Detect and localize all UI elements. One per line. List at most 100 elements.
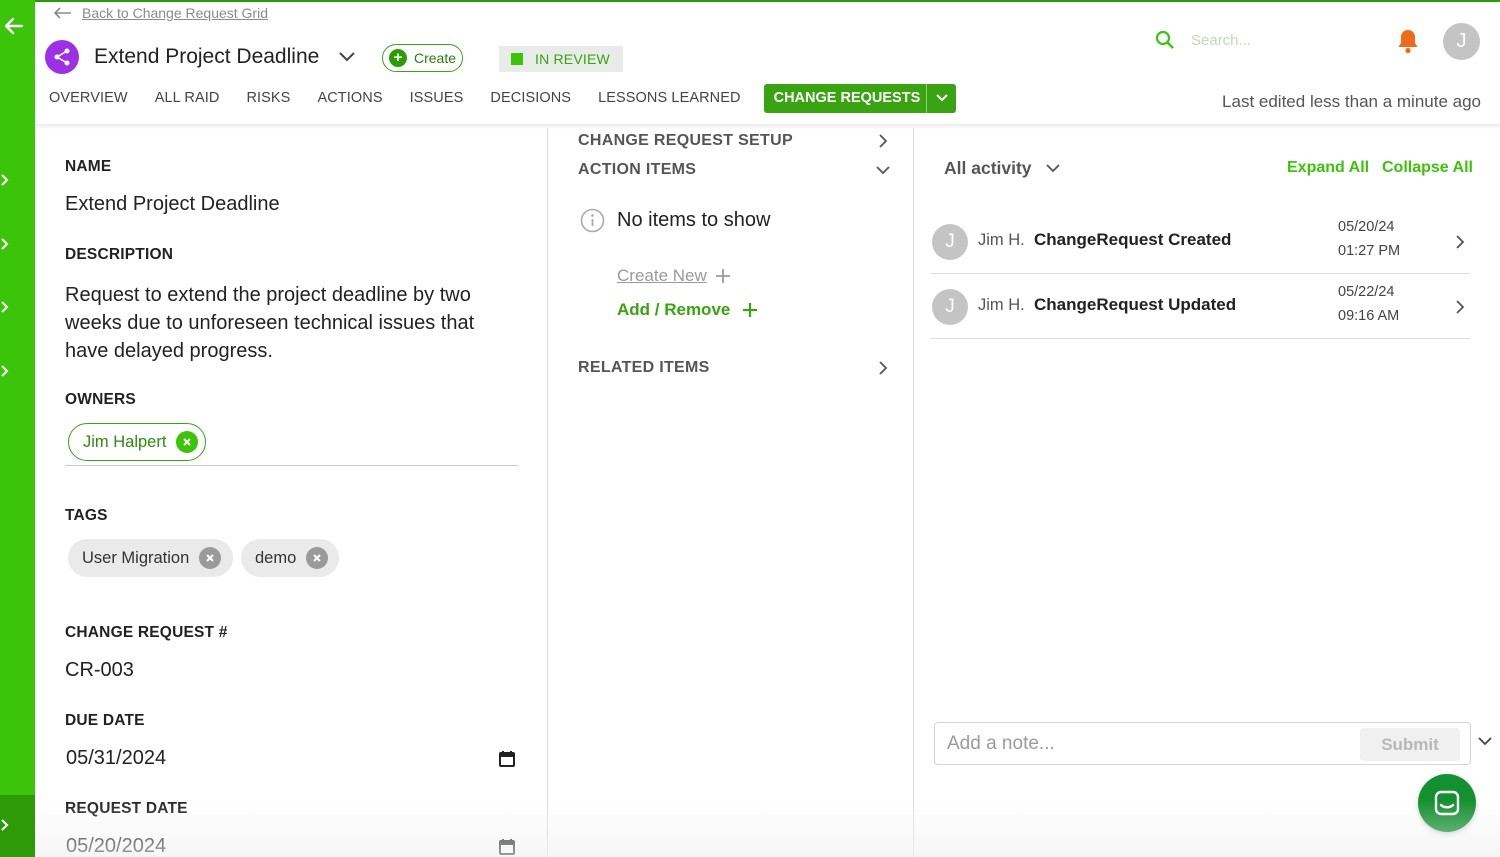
add-remove-label: Add / Remove [617,300,731,319]
plus-icon [715,269,730,283]
tab-risks[interactable]: RISKS [246,90,290,106]
tag-name: User Migration [82,548,190,567]
avatar: J [932,289,968,325]
bell-icon[interactable] [1396,28,1420,54]
name-label: NAME [65,158,112,175]
empty-state: No items to show [580,208,770,233]
search-box[interactable] [1155,30,1341,50]
rail-expand-chevron-icon[interactable] [0,818,10,832]
tag-name: demo [255,548,297,567]
tab-dropdown-button[interactable] [926,83,956,113]
status-square-icon [511,53,523,65]
title-chevron-down-icon[interactable] [338,50,356,62]
activity-filter-label: All activity [944,158,1032,178]
note-input[interactable] [947,729,1347,759]
chat-icon [1434,790,1460,816]
status-label: IN REVIEW [535,51,610,67]
info-icon [580,208,605,233]
related-items-section[interactable]: RELATED ITEMS [578,359,888,377]
calendar-icon[interactable] [498,838,516,856]
search-input[interactable] [1191,31,1341,49]
no-items-text: No items to show [617,209,771,231]
back-arrow-icon [53,7,71,19]
name-value[interactable]: Extend Project Deadline [65,193,280,216]
tag-chip[interactable]: User Migration [68,539,233,577]
tab-change-requests[interactable]: CHANGE REQUESTS [763,83,957,113]
chevron-right-icon[interactable] [1455,299,1465,315]
description-value[interactable]: Request to extend the project deadline b… [65,281,515,365]
activity-item[interactable]: J Jim H. ChangeRequest Updated 05/22/24 … [931,275,1470,339]
user-avatar[interactable]: J [1443,23,1480,60]
chevron-right-icon[interactable] [1455,234,1465,250]
submit-button[interactable]: Submit [1360,728,1460,761]
expand-all-button[interactable]: Expand All [1287,159,1369,177]
rail-expand-chevron-icon[interactable] [0,364,10,378]
top-accent-line [35,0,1500,2]
request-date-label: REQUEST DATE [65,800,188,817]
action-items-label: ACTION ITEMS [578,161,697,178]
due-date-value: 05/31/2024 [66,747,167,769]
due-date-label: DUE DATE [65,712,145,729]
related-items-label: RELATED ITEMS [578,359,710,376]
back-link[interactable]: Back to Change Request Grid [52,5,268,21]
avatar: J [932,224,968,260]
due-date-field[interactable]: 05/31/2024 [66,747,516,770]
tab-lessons-learned[interactable]: LESSONS LEARNED [598,90,741,106]
tab-overview[interactable]: OVERVIEW [49,90,128,106]
chevron-right-icon [879,361,888,375]
search-icon [1155,30,1174,49]
create-new-link[interactable]: Create New [617,266,731,286]
calendar-icon[interactable] [498,750,516,768]
chevron-down-icon [876,166,890,175]
tab-actions[interactable]: ACTIONS [317,90,382,106]
tab-decisions[interactable]: DECISIONS [490,90,571,106]
chevron-down-icon [936,94,948,102]
remove-tag-close-circle-icon[interactable] [306,547,329,569]
activity-time: 09:16 AM [1338,308,1400,324]
activity-user: Jim H. [978,296,1025,314]
request-date-field[interactable]: 05/20/2024 [66,835,516,857]
rail-expand-chevron-icon[interactable] [0,173,10,187]
remove-tag-close-circle-icon[interactable] [199,547,222,569]
column-divider [547,128,548,857]
page-title: Extend Project Deadline [94,45,320,68]
change-request-number-value[interactable]: CR-003 [65,659,134,682]
action-items-section[interactable]: ACTION ITEMS [578,161,890,179]
left-rail [0,0,35,857]
column-divider [913,128,914,857]
chevron-down-icon [1045,164,1060,173]
chevron-right-icon [879,134,888,148]
remove-owner-close-circle-icon[interactable] [176,431,199,453]
activity-date: 05/22/24 [1338,284,1395,300]
activity-item[interactable]: J Jim H. ChangeRequest Created 05/20/24 … [931,210,1470,274]
status-badge[interactable]: IN REVIEW [499,46,623,72]
activity-filter-dropdown[interactable]: All activity [944,158,1060,179]
change-request-number-label: CHANGE REQUEST # [65,624,228,641]
create-button[interactable]: + Create [382,44,463,72]
rail-expand-chevron-icon[interactable] [0,300,10,314]
request-date-value: 05/20/2024 [66,835,167,857]
share-network-icon [54,48,70,66]
change-request-setup-section[interactable]: CHANGE REQUEST SETUP [578,132,888,150]
change-request-setup-label: CHANGE REQUEST SETUP [578,132,793,149]
tag-chip[interactable]: demo [241,539,339,577]
owners-label: OWNERS [65,391,136,408]
activity-time: 01:27 PM [1338,243,1401,259]
tab-bar: OVERVIEW ALL RAID RISKS ACTIONS ISSUES D… [49,83,957,113]
chat-launcher-button[interactable] [1418,774,1476,832]
activity-date: 05/20/24 [1338,219,1395,235]
rail-back-arrow-icon[interactable] [2,14,26,38]
rail-bottom-block [0,795,35,857]
tab-issues[interactable]: ISSUES [410,90,464,106]
activity-action: ChangeRequest Created [1034,230,1232,249]
description-label: DESCRIPTION [65,246,174,263]
tab-all-raid[interactable]: ALL RAID [155,90,220,106]
note-chevron-down-icon[interactable] [1477,736,1493,746]
collapse-all-button[interactable]: Collapse All [1382,159,1473,177]
add-remove-link[interactable]: Add / Remove [617,300,758,320]
activity-action: ChangeRequest Updated [1034,295,1237,314]
owner-chip[interactable]: Jim Halpert [68,423,206,461]
note-box: Submit [934,722,1471,765]
tags-label: TAGS [65,507,108,524]
rail-expand-chevron-icon[interactable] [0,237,10,251]
